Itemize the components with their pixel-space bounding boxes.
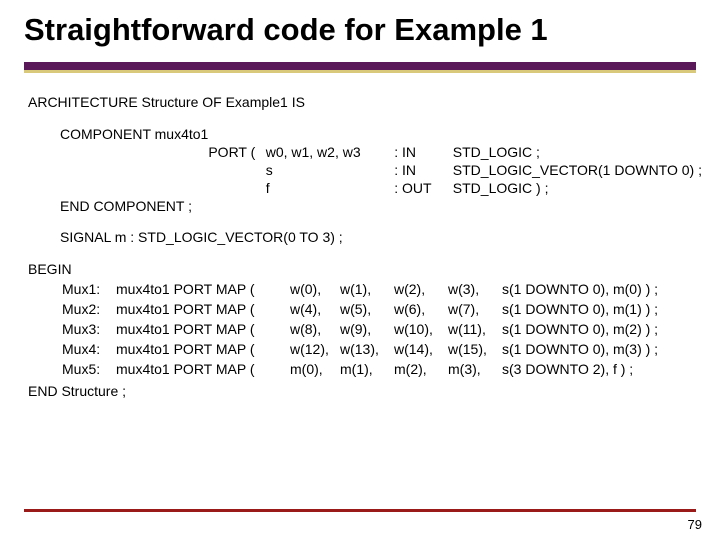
component-block: COMPONENT mux4to1 PORT ( w0, w1, w2, w3 … [28, 126, 702, 216]
arg: w(6), [394, 301, 446, 319]
arg: w(10), [394, 321, 446, 339]
footer-rule [24, 509, 696, 512]
arg: w(9), [340, 321, 392, 339]
instance-label: Mux4: [62, 341, 114, 359]
arg-rest: s(1 DOWNTO 0), m(3) ) ; [502, 341, 658, 359]
instance-label: Mux2: [62, 301, 114, 319]
slide-title: Straightforward code for Example 1 [24, 12, 708, 48]
port-map-row: Mux2: mux4to1 PORT MAP ( w(4), w(5), w(6… [62, 301, 658, 319]
port-map-block: Mux1: mux4to1 PORT MAP ( w(0), w(1), w(2… [28, 279, 702, 381]
instance-call: mux4to1 PORT MAP ( [116, 321, 288, 339]
instance-call: mux4to1 PORT MAP ( [116, 301, 288, 319]
instance-call: mux4to1 PORT MAP ( [116, 341, 288, 359]
arg: w(5), [340, 301, 392, 319]
page-number: 79 [688, 517, 702, 532]
arg-rest: s(1 DOWNTO 0), m(2) ) ; [502, 321, 658, 339]
arg-rest: s(1 DOWNTO 0), m(0) ) ; [502, 281, 658, 299]
port-keyword: PORT ( [208, 144, 265, 162]
title-rule-light [24, 70, 696, 73]
arg: w(8), [290, 321, 338, 339]
port-map-row: Mux4: mux4to1 PORT MAP ( w(12), w(13), w… [62, 341, 658, 359]
instance-label: Mux5: [62, 361, 114, 379]
title-rule-dark [24, 62, 696, 70]
arg: m(0), [290, 361, 338, 379]
arg: w(11), [448, 321, 500, 339]
port-signal: w0, w1, w2, w3 [266, 144, 395, 162]
begin-keyword: BEGIN [28, 261, 702, 279]
port-signal: f [266, 180, 395, 198]
instance-label: Mux1: [62, 281, 114, 299]
signal-declaration: SIGNAL m : STD_LOGIC_VECTOR(0 TO 3) ; [28, 229, 702, 247]
port-direction: : OUT [394, 180, 453, 198]
port-direction: : IN [394, 144, 453, 162]
port-table: COMPONENT mux4to1 PORT ( w0, w1, w2, w3 … [60, 126, 702, 198]
instance-call: mux4to1 PORT MAP ( [116, 361, 288, 379]
port-type: STD_LOGIC ; [453, 144, 702, 162]
architecture-line: ARCHITECTURE Structure OF Example1 IS [28, 94, 702, 112]
arg: w(13), [340, 341, 392, 359]
slide: Straightforward code for Example 1 ARCHI… [0, 0, 720, 540]
port-map-row: Mux1: mux4to1 PORT MAP ( w(0), w(1), w(2… [62, 281, 658, 299]
arg: m(3), [448, 361, 500, 379]
arg: w(2), [394, 281, 446, 299]
arg-rest: s(1 DOWNTO 0), m(1) ) ; [502, 301, 658, 319]
arg: w(15), [448, 341, 500, 359]
arg: w(12), [290, 341, 338, 359]
port-type: STD_LOGIC ) ; [453, 180, 702, 198]
arg: w(3), [448, 281, 500, 299]
port-map-row: Mux3: mux4to1 PORT MAP ( w(8), w(9), w(1… [62, 321, 658, 339]
instance-label: Mux3: [62, 321, 114, 339]
arg: w(4), [290, 301, 338, 319]
port-signal: s [266, 162, 395, 180]
end-structure: END Structure ; [28, 383, 702, 401]
port-map-row: Mux5: mux4to1 PORT MAP ( m(0), m(1), m(2… [62, 361, 658, 379]
slide-body: ARCHITECTURE Structure OF Example1 IS CO… [28, 94, 702, 401]
port-direction: : IN [394, 162, 453, 180]
end-component: END COMPONENT ; [60, 198, 702, 216]
arg-rest: s(3 DOWNTO 2), f ) ; [502, 361, 658, 379]
instance-call: mux4to1 PORT MAP ( [116, 281, 288, 299]
arg: m(2), [394, 361, 446, 379]
arg: w(14), [394, 341, 446, 359]
arg: w(0), [290, 281, 338, 299]
component-label: COMPONENT mux4to1 [60, 126, 208, 144]
arg: w(7), [448, 301, 500, 319]
arg: m(1), [340, 361, 392, 379]
arg: w(1), [340, 281, 392, 299]
port-type: STD_LOGIC_VECTOR(1 DOWNTO 0) ; [453, 162, 702, 180]
port-map-table: Mux1: mux4to1 PORT MAP ( w(0), w(1), w(2… [60, 279, 660, 381]
